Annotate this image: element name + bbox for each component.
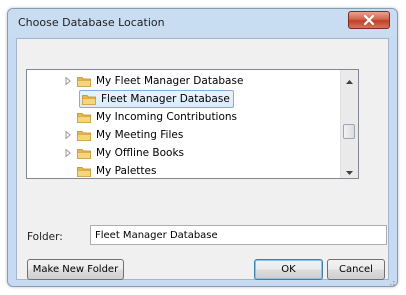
folder-tree[interactable]: My Fleet Manager Database Fleet Manager D…	[26, 69, 359, 179]
tree-item[interactable]: My Incoming Contributions	[63, 108, 237, 126]
close-icon	[362, 11, 376, 30]
scroll-down-arrow-icon	[346, 160, 353, 178]
scroll-up-arrow-icon	[346, 70, 353, 88]
resize-grip[interactable]	[385, 274, 395, 286]
scroll-down-button[interactable]	[341, 161, 358, 178]
tree-vertical-scrollbar[interactable]	[340, 70, 358, 178]
folder-icon	[77, 76, 91, 87]
tree-item[interactable]: My Meeting Files	[63, 126, 183, 144]
folder-icon	[77, 166, 91, 177]
folder-icon	[77, 148, 91, 159]
tree-item[interactable]: My Fleet Manager Database	[63, 72, 243, 90]
folder-label: Folder:	[27, 231, 63, 243]
folder-input[interactable]	[90, 225, 387, 245]
title-bar[interactable]: Choose Database Location	[8, 9, 397, 37]
tree-item[interactable]: My Offline Books	[63, 144, 184, 162]
tree-item[interactable]: Fleet Manager Database	[79, 90, 234, 108]
expander-arrow-icon[interactable]	[63, 149, 72, 158]
tree-item-content: My Incoming Contributions	[77, 111, 237, 123]
dialog-title: Choose Database Location	[18, 16, 165, 29]
scroll-thumb[interactable]	[343, 124, 355, 139]
scroll-up-button[interactable]	[341, 70, 358, 87]
dialog-window: Choose Database Location My Fleet Manage…	[7, 8, 398, 287]
tree-item-content: My Fleet Manager Database	[77, 75, 243, 87]
tree-item-label: My Fleet Manager Database	[96, 75, 244, 87]
folder-icon	[77, 130, 91, 141]
expander-arrow-icon[interactable]	[63, 77, 72, 86]
ok-button[interactable]: OK	[254, 259, 323, 280]
tree-item-label: My Palettes	[96, 165, 157, 177]
tree-item-label: My Meeting Files	[96, 129, 184, 141]
tree-item-content: My Meeting Files	[77, 129, 183, 141]
tree-item-label: My Offline Books	[96, 147, 184, 159]
make-new-folder-button[interactable]: Make New Folder	[27, 259, 124, 280]
folder-icon	[77, 112, 91, 123]
close-button[interactable]	[348, 11, 390, 29]
selected-tree-item: Fleet Manager Database	[79, 90, 234, 108]
tree-item-label: Fleet Manager Database	[101, 93, 230, 105]
tree-item-content: My Palettes	[77, 165, 156, 177]
folder-icon	[82, 94, 96, 105]
tree-item-label: My Incoming Contributions	[96, 111, 238, 123]
tree-item[interactable]: My Palettes	[63, 162, 156, 178]
cancel-button[interactable]: Cancel	[327, 259, 385, 280]
expander-arrow-icon[interactable]	[63, 131, 72, 140]
tree-item-content: My Offline Books	[77, 147, 184, 159]
